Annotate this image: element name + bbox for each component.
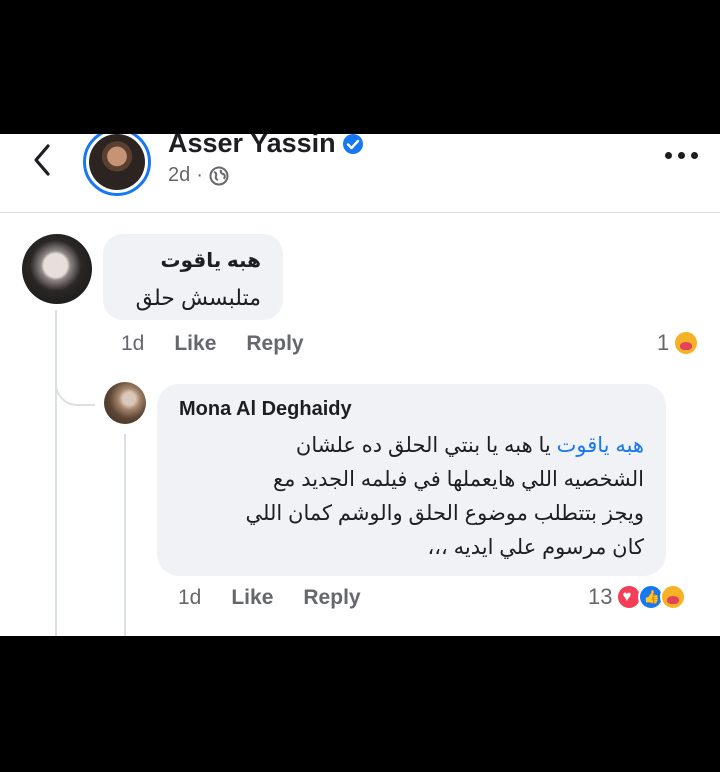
comments-screen: Asser Yassin 2d · هبه ياقوت متلبسش حلق 1…: [0, 134, 720, 636]
reply-bubble: Mona Al Deghaidy هبه ياقوت يا هبه يا بنت…: [157, 384, 666, 576]
reaction-count: 1: [657, 330, 670, 355]
reply-thread-line: [124, 434, 126, 636]
post-author-name[interactable]: Asser Yassin: [168, 134, 336, 159]
comment-reactions[interactable]: 1: [657, 330, 700, 356]
reply-actions: 1d Like Reply: [178, 586, 361, 610]
mention-link[interactable]: هبه ياقوت: [557, 434, 644, 457]
post-meta: 2d ·: [168, 164, 229, 187]
reply-line-2: الشخصيه اللي هايعملها في فيلمه الجديد مع: [272, 468, 644, 491]
globe-icon: [209, 166, 229, 185]
author-avatar[interactable]: [83, 134, 151, 196]
thread-line: [55, 310, 57, 636]
more-options-icon[interactable]: [665, 152, 698, 159]
reply-line-1: هبه ياقوت يا هبه يا بنتي الحلق ده علشان: [179, 429, 644, 463]
comment-text: متلبسش حلق: [135, 285, 261, 310]
reply-reactions[interactable]: 13: [588, 584, 687, 610]
post-author-row: Asser Yassin: [168, 134, 364, 159]
comment-author[interactable]: هبه ياقوت: [121, 248, 261, 273]
back-arrow-icon[interactable]: [28, 140, 58, 180]
commenter-avatar[interactable]: [22, 234, 92, 304]
reply-author[interactable]: Mona Al Deghaidy: [179, 398, 644, 421]
care-reaction-icon: [673, 330, 700, 356]
header-divider: [0, 212, 720, 213]
reply-line-1-text: يا هبه يا بنتي الحلق ده علشان: [295, 434, 557, 457]
comment-bubble: هبه ياقوت متلبسش حلق: [103, 234, 283, 320]
reply-button[interactable]: Reply: [303, 586, 360, 610]
reply-line-4: كان مرسوم علي ايديه ،،،: [427, 536, 644, 559]
like-button[interactable]: Like: [231, 586, 273, 610]
meta-separator: ·: [196, 164, 203, 186]
comment-actions: 1d Like Reply: [121, 332, 304, 356]
reply-time: 1d: [178, 586, 202, 609]
reply-text: هبه ياقوت يا هبه يا بنتي الحلق ده علشان …: [179, 429, 644, 565]
care-reaction-icon: [660, 584, 687, 610]
like-button[interactable]: Like: [174, 332, 216, 356]
reaction-count: 13: [588, 584, 613, 609]
thread-connector: [55, 364, 95, 406]
reply-button[interactable]: Reply: [246, 332, 303, 356]
verified-badge-icon: [342, 134, 363, 154]
reply-line-3: ويجز بتتطلب موضوع الحلق والوشم كمان اللي: [245, 502, 644, 525]
comment-time: 1d: [121, 332, 145, 355]
reply-author-avatar[interactable]: [104, 382, 146, 424]
post-time: 2d: [168, 164, 191, 186]
